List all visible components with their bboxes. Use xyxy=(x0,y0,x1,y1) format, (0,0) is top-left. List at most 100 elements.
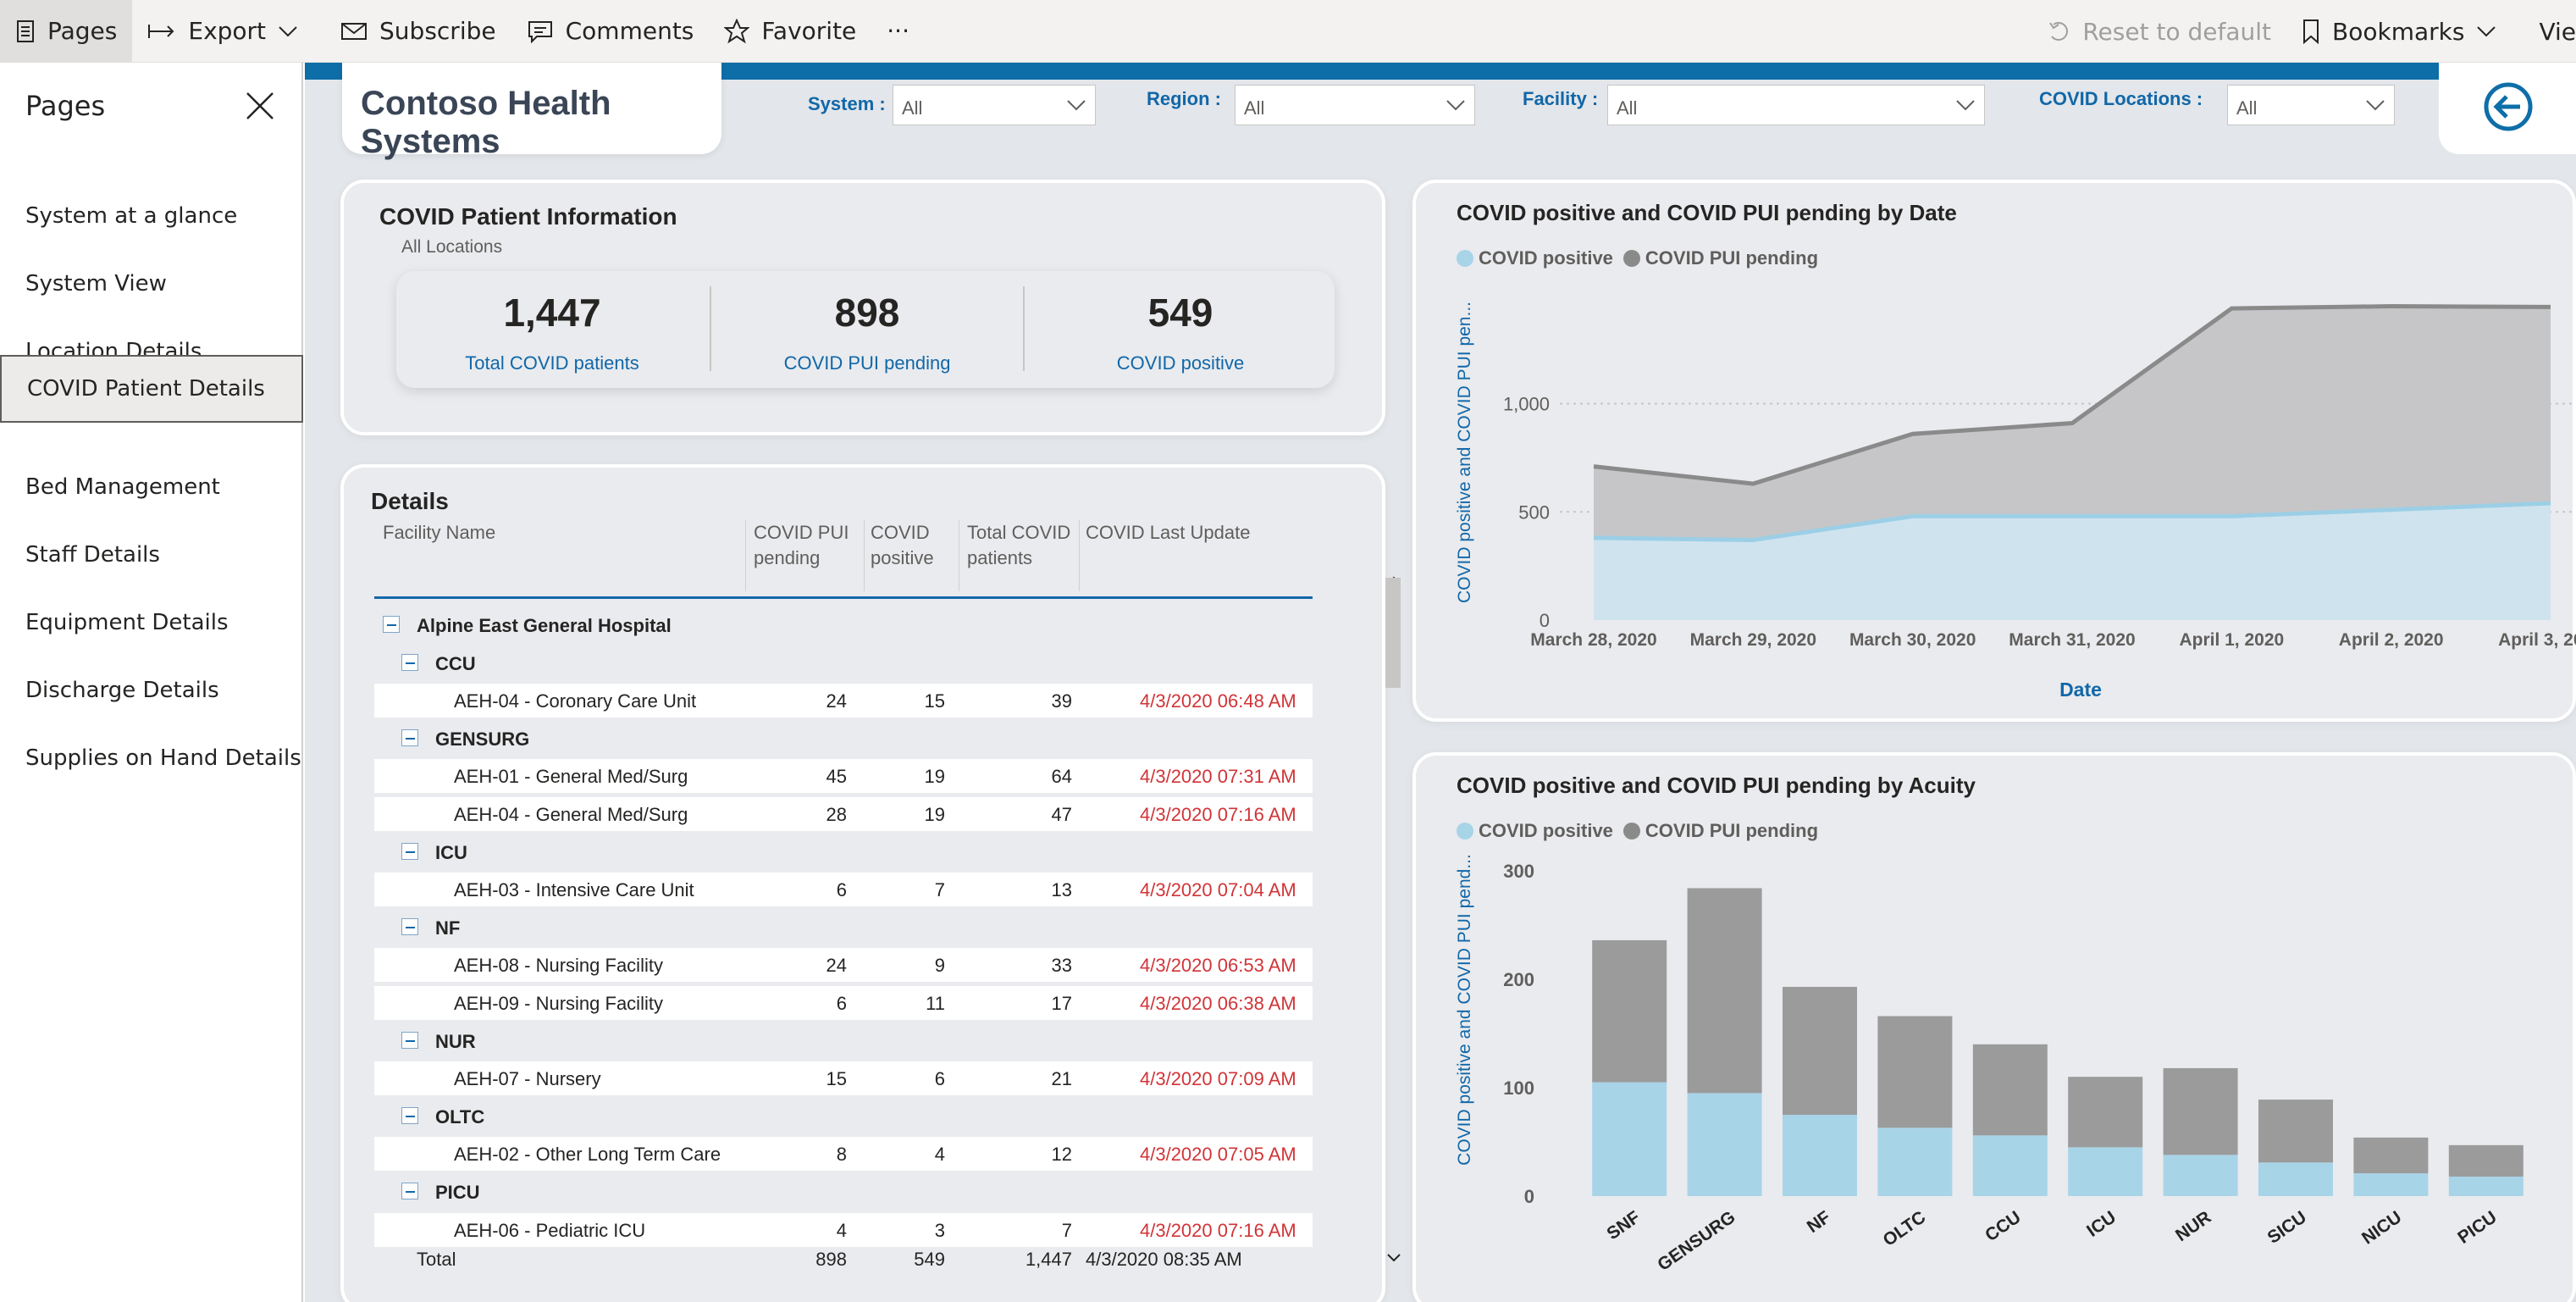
collapse-icon[interactable] xyxy=(401,1031,418,1049)
bar-positive xyxy=(2163,1155,2238,1196)
col-header-total[interactable]: Total COVID patients xyxy=(967,520,1077,571)
bookmarks-button[interactable]: Bookmarks xyxy=(2286,0,2523,63)
comments-label: Comments xyxy=(565,17,694,45)
last-update-cell: 4/3/2020 07:09 AM xyxy=(1140,1068,1296,1090)
header-underline xyxy=(374,596,1313,599)
favorite-label: Favorite xyxy=(761,17,857,45)
group-row[interactable]: ICU xyxy=(374,835,1313,869)
table-row[interactable]: AEH-03 - Intensive Care Unit 6 7 13 4/3/2020… xyxy=(374,873,1313,907)
col-header-positive[interactable]: COVID positive xyxy=(871,520,964,571)
col-header-last-update[interactable]: COVID Last Update xyxy=(1086,520,1306,546)
acuity-chart-card: COVID positive and COVID PUI pending by … xyxy=(1412,752,2576,1302)
region-filter-dropdown[interactable]: All xyxy=(1235,85,1475,125)
total-patients-cell: 12 xyxy=(1051,1144,1072,1166)
reset-label: Reset to default xyxy=(2082,17,2272,46)
export-icon xyxy=(148,24,174,38)
bar-positive xyxy=(1972,1135,2048,1196)
total-patients-cell: 21 xyxy=(1051,1068,1072,1090)
favorite-button[interactable]: Favorite xyxy=(709,0,871,63)
collapse-icon[interactable] xyxy=(383,616,400,633)
table-row[interactable]: AEH-04 - General Med/Surg 28 19 47 4/3/2020 … xyxy=(374,797,1313,831)
page-item-equipment-details[interactable]: Equipment Details xyxy=(0,589,303,657)
group-row[interactable]: PICU xyxy=(374,1175,1313,1209)
view-button[interactable]: Vie xyxy=(2523,0,2576,63)
reset-button[interactable]: Reset to default xyxy=(2032,0,2286,63)
scrollbar-thumb[interactable] xyxy=(1385,578,1401,688)
group-name: ICU xyxy=(435,841,467,863)
bar-positive xyxy=(1687,1093,1762,1196)
x-tick-label: OLTC xyxy=(1880,1207,1930,1250)
bar-positive xyxy=(2258,1162,2333,1196)
covid-locations-filter-dropdown[interactable]: All xyxy=(2227,85,2395,125)
group-row[interactable]: NF xyxy=(374,911,1313,945)
x-tick-label: March 31, 2020 xyxy=(2009,630,2135,650)
pages-button[interactable]: Pages xyxy=(0,0,133,63)
page-item-system-at-a-glance[interactable]: System at a glance xyxy=(0,182,303,250)
bar-pending xyxy=(1592,939,1667,1083)
details-title: Details xyxy=(371,488,449,514)
more-label: ··· xyxy=(887,17,909,45)
page-item-supplies-on-hand-details[interactable]: Supplies on Hand Details xyxy=(0,724,303,792)
covid-locations-filter-label: COVID Locations : xyxy=(2039,88,2203,109)
covid-positive-cell: 4 xyxy=(934,1144,945,1166)
y-tick-label: 500 xyxy=(1518,501,1550,523)
covid-locations-filter-value: All xyxy=(2236,97,2258,119)
chevron-down-icon xyxy=(1446,100,1465,111)
hospital-row[interactable]: Alpine East General Hospital xyxy=(374,608,1313,642)
back-button[interactable] xyxy=(2439,63,2576,154)
last-update-cell: 4/3/2020 06:53 AM xyxy=(1140,955,1296,977)
page-item-covid-patient-details[interactable]: COVID Patient Details xyxy=(0,355,303,423)
page-item-system-view[interactable]: System View xyxy=(0,250,303,318)
export-button[interactable]: Export xyxy=(132,0,325,63)
mail-icon xyxy=(341,22,368,40)
group-row[interactable]: NUR xyxy=(374,1024,1313,1058)
collapse-icon[interactable] xyxy=(401,1183,418,1200)
bar-pending xyxy=(1687,888,1762,1094)
collapse-icon[interactable] xyxy=(401,917,418,935)
collapse-icon[interactable] xyxy=(401,729,418,746)
x-tick-label: CCU xyxy=(1982,1207,2024,1245)
covid-positive-cell: 3 xyxy=(934,1219,945,1241)
hospital-name: Alpine East General Hospital xyxy=(417,615,672,636)
page-item-bed-management[interactable]: Bed Management xyxy=(0,453,303,521)
total-patients-cell: 64 xyxy=(1051,766,1072,788)
scroll-down-icon[interactable] xyxy=(1385,1252,1402,1264)
table-row[interactable]: AEH-09 - Nursing Facility 6 11 17 4/3/2020 0… xyxy=(374,986,1313,1020)
comments-button[interactable]: Comments xyxy=(511,0,710,63)
system-filter-dropdown[interactable]: All xyxy=(893,85,1096,125)
y-tick-label: 0 xyxy=(1524,1186,1534,1207)
table-row[interactable]: AEH-02 - Other Long Term Care 8 4 12 4/3/202… xyxy=(374,1137,1313,1172)
table-row[interactable]: AEH-08 - Nursing Facility 24 9 33 4/3/2020 0… xyxy=(374,948,1313,983)
pui-pending-cell: 24 xyxy=(826,955,847,977)
close-pane-button[interactable] xyxy=(246,91,274,124)
more-options-button[interactable]: ··· xyxy=(871,0,925,63)
col-header-pui[interactable]: COVID PUI pending xyxy=(754,520,855,571)
group-name: CCU xyxy=(435,652,476,674)
collapse-icon[interactable] xyxy=(401,1106,418,1124)
subscribe-button[interactable]: Subscribe xyxy=(325,0,511,63)
group-row[interactable]: CCU xyxy=(374,646,1313,680)
group-name: GENSURG xyxy=(435,728,530,750)
table-row[interactable]: AEH-01 - General Med/Surg 45 19 64 4/3/2020 … xyxy=(374,759,1313,794)
kpi-total-covid: 1,447 Total COVID patients xyxy=(396,271,708,388)
table-row[interactable]: AEH-04 - Coronary Care Unit 24 15 39 4/3/202… xyxy=(374,684,1313,718)
group-row[interactable]: GENSURG xyxy=(374,722,1313,756)
facility-filter-dropdown[interactable]: All xyxy=(1607,85,1985,125)
collapse-icon[interactable] xyxy=(401,842,418,860)
group-row[interactable]: OLTC xyxy=(374,1100,1313,1133)
facility-name: AEH-02 - Other Long Term Care xyxy=(454,1144,721,1166)
bar-pending xyxy=(2448,1144,2523,1177)
collapse-icon[interactable] xyxy=(401,653,418,671)
bar-positive xyxy=(1783,1115,1857,1196)
pui-pending-cell: 28 xyxy=(826,804,847,825)
total-patients-cell: 47 xyxy=(1051,804,1072,825)
col-header-facility[interactable]: Facility Name xyxy=(383,520,738,546)
page-item-discharge-details[interactable]: Discharge Details xyxy=(0,657,303,724)
table-row[interactable]: AEH-07 - Nursery 15 6 21 4/3/2020 07:09 AM xyxy=(374,1061,1313,1096)
covid-positive-cell: 11 xyxy=(926,993,945,1014)
bar-pending xyxy=(2163,1067,2238,1155)
date-area-chart[interactable]: 0 500 1,000 March 28, 2020 March 29, 2020 Mar… xyxy=(1416,183,2576,722)
total-last-update: 4/3/2020 08:35 AM xyxy=(1086,1249,1242,1270)
page-item-staff-details[interactable]: Staff Details xyxy=(0,521,303,589)
acuity-bar-chart[interactable]: 0 100 200 300 SNF GENSURG NF OLTC CCU ICU NUR SICU N… xyxy=(1416,756,2576,1302)
